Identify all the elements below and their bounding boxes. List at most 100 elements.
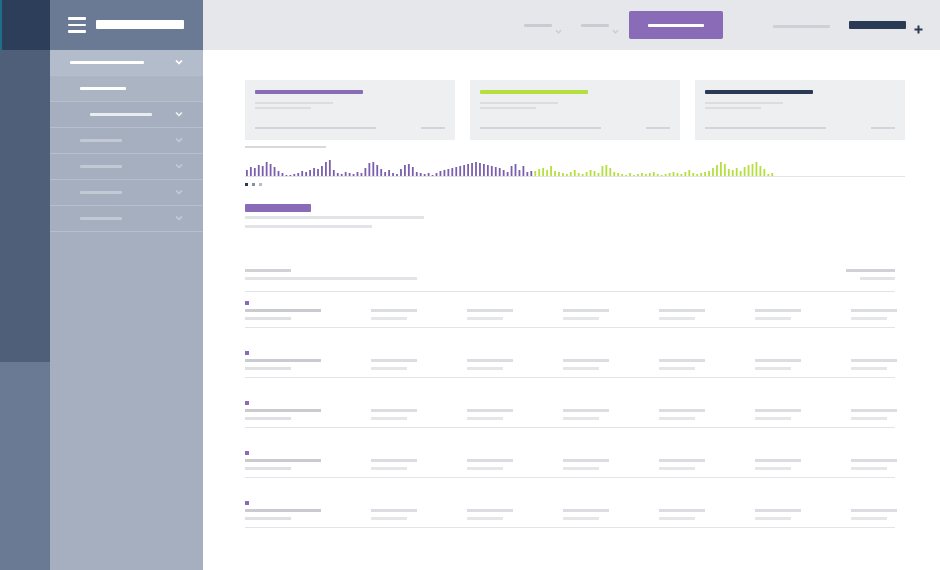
sparkline-bar — [585, 172, 588, 176]
activity-sparkline — [245, 152, 905, 178]
plus-icon[interactable] — [914, 21, 923, 34]
sidebar-item-label — [80, 139, 122, 142]
table-divider — [245, 291, 895, 292]
card-footer — [255, 127, 376, 129]
pager-dot[interactable] — [245, 183, 248, 186]
row-cell-sub — [563, 517, 599, 520]
sparkline-bar — [471, 163, 473, 176]
chevron-down-icon — [175, 162, 183, 170]
sparkline-bar — [723, 164, 726, 176]
sparkline-bar — [313, 168, 315, 176]
row-name — [245, 459, 321, 462]
sparkline-bar — [712, 168, 714, 176]
sidebar-item-3[interactable] — [50, 102, 203, 128]
sparkline-bar — [739, 171, 742, 176]
sidebar-item-7[interactable] — [50, 206, 203, 232]
chevron-down-icon — [175, 136, 183, 144]
sparkline-bar — [510, 166, 513, 176]
row-cell — [563, 459, 609, 462]
sparkline-bar — [356, 172, 359, 176]
row-name — [245, 309, 321, 312]
sparkline-bar — [688, 170, 691, 176]
sparkline-bar — [257, 165, 260, 176]
sidebar-header — [50, 0, 203, 50]
row-name — [245, 409, 321, 412]
row-meta — [245, 367, 291, 370]
sidebar-item-6[interactable] — [50, 180, 203, 206]
row-meta — [245, 417, 291, 420]
sparkline-bar — [455, 167, 458, 176]
sparkline-bar — [755, 162, 758, 176]
status-dot — [245, 401, 249, 405]
row-cell-sub — [371, 517, 407, 520]
row-cell — [563, 309, 609, 312]
sparkline-bar — [601, 166, 604, 176]
sparkline-bar — [301, 171, 304, 176]
sparkline-bar — [546, 170, 548, 176]
section-description — [245, 225, 372, 228]
sidebar-item-4[interactable] — [50, 128, 203, 154]
row-cell — [659, 509, 705, 512]
row-cell-sub — [659, 517, 695, 520]
stat-card-2[interactable] — [470, 80, 680, 140]
sparkline-bar — [336, 173, 339, 176]
sidebar-item-label — [80, 165, 122, 168]
card-footer-value — [421, 127, 445, 129]
sidebar-item-label — [70, 61, 144, 64]
sparkline-bar — [660, 175, 663, 176]
sparkline-bar — [463, 165, 466, 176]
sparkline-bar — [380, 169, 383, 176]
rail-logo[interactable] — [0, 0, 50, 50]
sparkline-label — [245, 146, 326, 148]
row-cell — [851, 509, 897, 512]
sparkline-bar — [522, 166, 525, 176]
pager-dot[interactable] — [252, 183, 255, 186]
sidebar-item-2[interactable] — [50, 76, 203, 102]
chevron-down-icon — [175, 188, 183, 196]
row-cell — [659, 359, 705, 362]
primary-button-label — [648, 24, 704, 27]
table-header-right-sub — [860, 277, 895, 280]
sparkline-bar — [629, 173, 631, 176]
sparkline-bar — [759, 166, 762, 176]
stat-card-1[interactable] — [245, 80, 455, 140]
sparkline-bar — [530, 171, 533, 176]
table-header-right — [846, 269, 895, 272]
sidebar — [50, 0, 203, 570]
row-cell-sub — [659, 467, 695, 470]
row-cell — [467, 309, 513, 312]
row-cell-sub — [371, 317, 407, 320]
dropdown-label — [581, 24, 609, 27]
chevron-down-icon — [555, 22, 562, 34]
row-cell-sub — [755, 317, 791, 320]
sparkline-bar — [490, 166, 493, 176]
sparkline-bar — [360, 173, 363, 176]
hamburger-icon[interactable] — [68, 17, 86, 33]
sparkline-bar — [475, 162, 477, 176]
sparkline-bar — [641, 173, 643, 176]
account-name[interactable] — [849, 21, 906, 29]
stat-card-3[interactable] — [695, 80, 905, 140]
pager-dot[interactable] — [259, 183, 262, 186]
sparkline-bar — [597, 173, 600, 176]
sparkline-bar — [648, 173, 651, 176]
card-subtitle — [255, 107, 311, 109]
sidebar-item-label — [90, 113, 152, 116]
row-cell-sub — [851, 517, 887, 520]
table-divider — [245, 327, 895, 328]
sparkline-bar — [486, 165, 489, 176]
sidebar-item-label — [80, 217, 122, 220]
primary-action-button[interactable] — [629, 11, 723, 39]
row-cell-sub — [659, 417, 695, 420]
sparkline-bar — [735, 168, 738, 176]
sparkline-bar — [483, 164, 485, 176]
row-cell-sub — [755, 367, 791, 370]
user-name[interactable] — [773, 25, 830, 28]
sparkline-bar — [396, 174, 398, 176]
sparkline-bar — [731, 170, 734, 176]
sparkline-bar — [700, 173, 703, 176]
sidebar-item-1[interactable] — [50, 50, 203, 76]
row-cell-sub — [563, 367, 599, 370]
sparkline-bar — [281, 173, 284, 176]
sidebar-item-5[interactable] — [50, 154, 203, 180]
